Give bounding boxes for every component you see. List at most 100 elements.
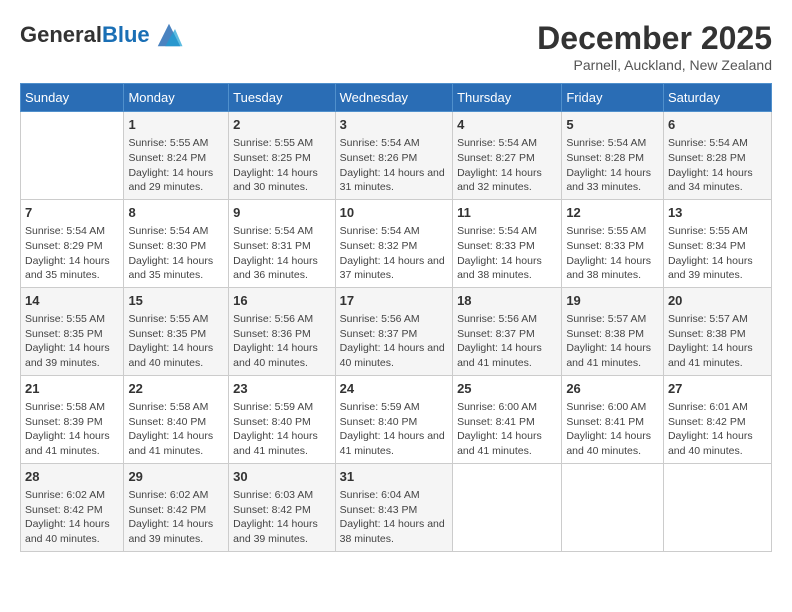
calendar-cell [663,463,771,551]
day-number: 10 [340,204,448,222]
day-number: 19 [566,292,659,310]
cell-content: Sunrise: 5:56 AMSunset: 8:37 PMDaylight:… [457,312,557,371]
cell-content: Sunrise: 6:00 AMSunset: 8:41 PMDaylight:… [566,400,659,459]
day-number: 2 [233,116,331,134]
calendar-cell: 26Sunrise: 6:00 AMSunset: 8:41 PMDayligh… [562,375,664,463]
cell-content: Sunrise: 6:04 AMSunset: 8:43 PMDaylight:… [340,488,448,547]
header-tuesday: Tuesday [229,84,336,112]
day-number: 16 [233,292,331,310]
cell-content: Sunrise: 6:01 AMSunset: 8:42 PMDaylight:… [668,400,767,459]
calendar-cell: 24 Sunrise: 5:59 AMSunset: 8:40 PMDayligh… [335,375,452,463]
day-number: 1 [128,116,224,134]
calendar-cell: 20 Sunrise: 5:57 AMSunset: 8:38 PMDayligh… [663,287,771,375]
day-number: 28 [25,468,119,486]
cell-content: Sunrise: 5:55 AMSunset: 8:34 PMDaylight:… [668,224,767,283]
day-number: 13 [668,204,767,222]
day-number: 15 [128,292,224,310]
calendar-cell: 9 Sunrise: 5:54 AMSunset: 8:31 PMDaylight… [229,199,336,287]
cell-content: Sunrise: 5:54 AMSunset: 8:32 PMDaylight:… [340,224,448,283]
header-thursday: Thursday [453,84,562,112]
day-number: 14 [25,292,119,310]
header-friday: Friday [562,84,664,112]
calendar-cell [21,112,124,200]
day-number: 17 [340,292,448,310]
calendar-cell: 3 Sunrise: 5:54 AMSunset: 8:26 PMDaylight… [335,112,452,200]
day-number: 6 [668,116,767,134]
calendar-cell: 15 Sunrise: 5:55 AMSunset: 8:35 PMDayligh… [124,287,229,375]
day-number: 8 [128,204,224,222]
day-number: 23 [233,380,331,398]
cell-content: Sunrise: 6:02 AMSunset: 8:42 PMDaylight:… [128,488,224,547]
cell-content: Sunrise: 5:54 AMSunset: 8:33 PMDaylight:… [457,224,557,283]
days-header-row: Sunday Monday Tuesday Wednesday Thursday… [21,84,772,112]
cell-content: Sunrise: 5:55 AMSunset: 8:35 PMDaylight:… [25,312,119,371]
day-number: 29 [128,468,224,486]
cell-content: Sunrise: 6:00 AMSunset: 8:41 PMDaylight:… [457,400,557,459]
cell-content: Sunrise: 6:02 AMSunset: 8:42 PMDaylight:… [25,488,119,547]
calendar-cell: 14 Sunrise: 5:55 AMSunset: 8:35 PMDayligh… [21,287,124,375]
calendar-cell: 11 Sunrise: 5:54 AMSunset: 8:33 PMDayligh… [453,199,562,287]
cell-content: Sunrise: 5:54 AMSunset: 8:27 PMDaylight:… [457,136,557,195]
calendar-cell: 16 Sunrise: 5:56 AMSunset: 8:36 PMDayligh… [229,287,336,375]
calendar-cell: 17 Sunrise: 5:56 AMSunset: 8:37 PMDayligh… [335,287,452,375]
header-wednesday: Wednesday [335,84,452,112]
cell-content: Sunrise: 5:59 AMSunset: 8:40 PMDaylight:… [233,400,331,459]
cell-content: Sunrise: 5:57 AMSunset: 8:38 PMDaylight:… [668,312,767,371]
cell-content: Sunrise: 5:55 AMSunset: 8:24 PMDaylight:… [128,136,224,195]
cell-content: Sunrise: 5:55 AMSunset: 8:25 PMDaylight:… [233,136,331,195]
calendar-cell: 8Sunrise: 5:54 AMSunset: 8:30 PMDaylight… [124,199,229,287]
calendar-cell: 2 Sunrise: 5:55 AMSunset: 8:25 PMDaylight… [229,112,336,200]
logo-icon [154,20,184,50]
calendar-cell: 10 Sunrise: 5:54 AMSunset: 8:32 PMDayligh… [335,199,452,287]
day-number: 25 [457,380,557,398]
logo-general: General [20,22,102,47]
day-number: 20 [668,292,767,310]
header-saturday: Saturday [663,84,771,112]
logo: GeneralBlue [20,20,184,50]
calendar-week-row: 14 Sunrise: 5:55 AMSunset: 8:35 PMDayligh… [21,287,772,375]
cell-content: Sunrise: 5:58 AMSunset: 8:40 PMDaylight:… [128,400,224,459]
cell-content: Sunrise: 6:03 AMSunset: 8:42 PMDaylight:… [233,488,331,547]
day-number: 30 [233,468,331,486]
month-year-title: December 2025 [537,20,772,57]
calendar-cell: 7Sunrise: 5:54 AMSunset: 8:29 PMDaylight… [21,199,124,287]
cell-content: Sunrise: 5:55 AMSunset: 8:35 PMDaylight:… [128,312,224,371]
day-number: 3 [340,116,448,134]
day-number: 21 [25,380,119,398]
calendar-cell [453,463,562,551]
calendar-cell: 31 Sunrise: 6:04 AMSunset: 8:43 PMDayligh… [335,463,452,551]
cell-content: Sunrise: 5:58 AMSunset: 8:39 PMDaylight:… [25,400,119,459]
page-header: GeneralBlue December 2025 Parnell, Auckl… [20,20,772,73]
calendar-cell: 22Sunrise: 5:58 AMSunset: 8:40 PMDayligh… [124,375,229,463]
day-number: 27 [668,380,767,398]
cell-content: Sunrise: 5:56 AMSunset: 8:37 PMDaylight:… [340,312,448,371]
calendar-week-row: 7Sunrise: 5:54 AMSunset: 8:29 PMDaylight… [21,199,772,287]
calendar-cell: 19 Sunrise: 5:57 AMSunset: 8:38 PMDayligh… [562,287,664,375]
cell-content: Sunrise: 5:54 AMSunset: 8:28 PMDaylight:… [668,136,767,195]
calendar-week-row: 28 Sunrise: 6:02 AMSunset: 8:42 PMDayligh… [21,463,772,551]
cell-content: Sunrise: 5:54 AMSunset: 8:28 PMDaylight:… [566,136,659,195]
day-number: 4 [457,116,557,134]
day-number: 9 [233,204,331,222]
day-number: 5 [566,116,659,134]
calendar-cell: 27 Sunrise: 6:01 AMSunset: 8:42 PMDayligh… [663,375,771,463]
day-number: 18 [457,292,557,310]
calendar-cell: 21 Sunrise: 5:58 AMSunset: 8:39 PMDayligh… [21,375,124,463]
cell-content: Sunrise: 5:54 AMSunset: 8:31 PMDaylight:… [233,224,331,283]
cell-content: Sunrise: 5:59 AMSunset: 8:40 PMDaylight:… [340,400,448,459]
header-sunday: Sunday [21,84,124,112]
calendar-cell: 4 Sunrise: 5:54 AMSunset: 8:27 PMDaylight… [453,112,562,200]
cell-content: Sunrise: 5:57 AMSunset: 8:38 PMDaylight:… [566,312,659,371]
calendar-cell: 18 Sunrise: 5:56 AMSunset: 8:37 PMDayligh… [453,287,562,375]
day-number: 11 [457,204,557,222]
calendar-cell: 30 Sunrise: 6:03 AMSunset: 8:42 PMDayligh… [229,463,336,551]
day-number: 24 [340,380,448,398]
calendar-cell: 25 Sunrise: 6:00 AMSunset: 8:41 PMDayligh… [453,375,562,463]
cell-content: Sunrise: 5:56 AMSunset: 8:36 PMDaylight:… [233,312,331,371]
cell-content: Sunrise: 5:54 AMSunset: 8:26 PMDaylight:… [340,136,448,195]
calendar-cell [562,463,664,551]
location-subtitle: Parnell, Auckland, New Zealand [537,57,772,73]
day-number: 12 [566,204,659,222]
calendar-table: Sunday Monday Tuesday Wednesday Thursday… [20,83,772,552]
day-number: 31 [340,468,448,486]
